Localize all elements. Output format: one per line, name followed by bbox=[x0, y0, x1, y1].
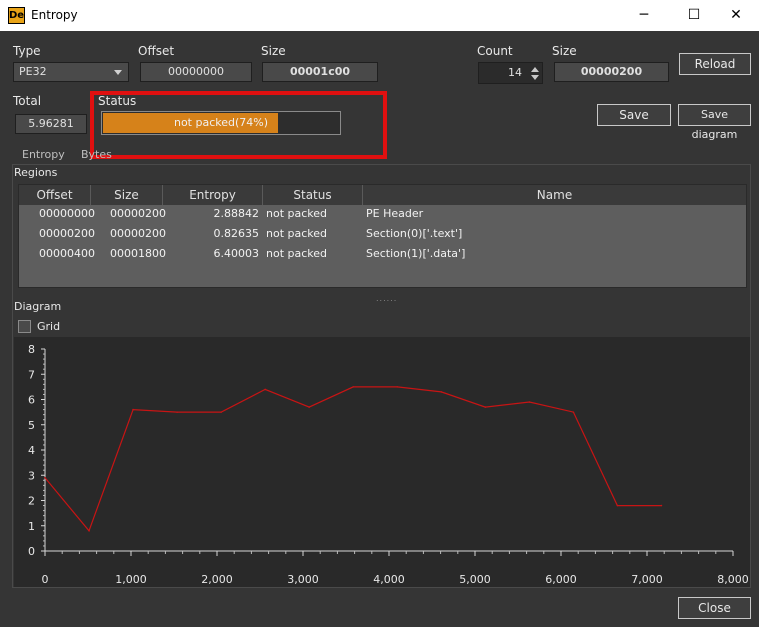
data-point bbox=[616, 504, 619, 507]
cell-entropy: 6.40003 bbox=[213, 247, 260, 260]
column-header-name[interactable]: Name bbox=[363, 185, 746, 205]
app-logo-icon: De bbox=[8, 7, 25, 24]
title-bar: De Entropy ─ ☐ ✕ bbox=[0, 0, 759, 31]
cell-status: not packed bbox=[266, 207, 328, 220]
offset-field[interactable]: 00000000 bbox=[140, 62, 252, 82]
y-tick-label: 5 bbox=[28, 419, 35, 432]
entropy-chart-svg: 0 1 2 3 4 5 6 7 8 0 1,000 2,000 3,000 4,000 5,000 6,000… bbox=[28, 343, 749, 586]
size-label: Size bbox=[261, 44, 286, 58]
data-point bbox=[264, 388, 266, 391]
stepper-up-icon[interactable] bbox=[531, 67, 539, 72]
reload-button[interactable]: Reload bbox=[679, 53, 751, 75]
y-tick-label: 1 bbox=[28, 520, 35, 533]
window-title: Entropy bbox=[31, 8, 78, 22]
y-tick-label: 8 bbox=[28, 343, 35, 356]
total-field[interactable]: 5.96281 bbox=[15, 114, 87, 134]
data-point bbox=[88, 530, 90, 532]
entropy-series-line bbox=[44, 386, 662, 532]
minimize-icon[interactable]: ─ bbox=[621, 0, 667, 31]
cell-size: 00000200 bbox=[110, 227, 166, 240]
data-point bbox=[44, 476, 46, 479]
offset-label: Offset bbox=[138, 44, 175, 58]
tab-bytes[interactable]: Bytes bbox=[81, 146, 112, 164]
x-tick-label: 5,000 bbox=[459, 573, 491, 586]
type-label: Type bbox=[13, 44, 41, 58]
count-stepper[interactable]: 14 bbox=[478, 62, 543, 84]
data-point bbox=[176, 411, 178, 413]
close-button[interactable]: Close bbox=[678, 597, 751, 619]
cell-size: 00001800 bbox=[110, 247, 166, 260]
cell-name: Section(1)['.data'] bbox=[366, 247, 466, 260]
cell-size: 00000200 bbox=[110, 207, 166, 220]
y-tick-label: 7 bbox=[28, 368, 35, 381]
x-tick-label: 4,000 bbox=[373, 573, 405, 586]
count-value: 14 bbox=[508, 66, 522, 79]
cell-offset: 00000200 bbox=[39, 227, 95, 240]
y-tick-label: 4 bbox=[28, 444, 35, 457]
x-tick-label: 6,000 bbox=[545, 573, 577, 586]
type-value: PE32 bbox=[19, 65, 47, 78]
y-tick-label: 0 bbox=[28, 545, 35, 558]
y-tick-label: 2 bbox=[28, 495, 35, 508]
column-header-entropy[interactable]: Entropy bbox=[163, 185, 263, 205]
x-tick-label: 1,000 bbox=[115, 573, 147, 586]
size-field[interactable]: 00001c00 bbox=[262, 62, 378, 82]
data-point bbox=[660, 504, 663, 507]
tab-entropy[interactable]: Entropy bbox=[22, 146, 65, 164]
chevron-down-icon bbox=[114, 70, 122, 75]
cell-entropy: 0.82635 bbox=[213, 227, 260, 240]
data-point bbox=[440, 391, 443, 393]
count-label: Count bbox=[477, 44, 513, 58]
x-tick-label: 0 bbox=[42, 573, 49, 586]
cell-offset: 00000000 bbox=[39, 207, 95, 220]
data-point bbox=[308, 406, 310, 408]
type-select[interactable]: PE32 bbox=[13, 62, 129, 82]
cell-entropy: 2.88842 bbox=[213, 207, 260, 220]
x-tick-label: 3,000 bbox=[287, 573, 319, 586]
close-window-icon[interactable]: ✕ bbox=[713, 0, 759, 31]
cell-status: not packed bbox=[266, 247, 328, 260]
entropy-chart: 0 1 2 3 4 5 6 7 8 0 1,000 2,000 3,000 4,000 5,000 6,000… bbox=[14, 337, 750, 587]
column-header-offset[interactable]: Offset bbox=[19, 185, 91, 205]
splitter-handle[interactable]: ...... bbox=[376, 294, 397, 303]
size2-label: Size bbox=[552, 44, 577, 58]
regions-table[interactable]: Offset Size Entropy Status Name 00000000… bbox=[18, 184, 747, 288]
red-highlight-box bbox=[90, 91, 387, 159]
diagram-title: Diagram bbox=[14, 300, 62, 313]
cell-name: Section(0)['.text'] bbox=[366, 227, 463, 240]
size2-field[interactable]: 00000200 bbox=[554, 62, 669, 82]
data-point bbox=[572, 411, 575, 413]
grid-checkbox[interactable] bbox=[18, 320, 31, 333]
cell-offset: 00000400 bbox=[39, 247, 95, 260]
regions-title: Regions bbox=[14, 166, 58, 179]
data-point bbox=[220, 411, 222, 413]
x-tick-label: 7,000 bbox=[631, 573, 663, 586]
x-tick-label: 2,000 bbox=[201, 573, 233, 586]
stepper-down-icon[interactable] bbox=[531, 75, 539, 80]
maximize-icon[interactable]: ☐ bbox=[671, 0, 717, 31]
y-tick-label: 3 bbox=[28, 469, 35, 482]
grid-label: Grid bbox=[37, 320, 61, 333]
save-diagram-button[interactable]: Save diagram bbox=[678, 104, 751, 141]
data-point bbox=[484, 406, 487, 408]
data-point bbox=[396, 386, 399, 388]
data-point bbox=[528, 401, 531, 403]
data-point bbox=[132, 408, 134, 411]
data-point bbox=[352, 386, 355, 388]
column-header-size[interactable]: Size bbox=[91, 185, 163, 205]
column-header-status[interactable]: Status bbox=[263, 185, 363, 205]
cell-name: PE Header bbox=[366, 207, 424, 220]
table-header: Offset Size Entropy Status Name bbox=[19, 185, 746, 205]
total-label: Total bbox=[13, 94, 42, 108]
cell-status: not packed bbox=[266, 227, 328, 240]
y-tick-label: 6 bbox=[28, 394, 35, 407]
x-tick-label: 8,000 bbox=[717, 573, 749, 586]
save-button[interactable]: Save bbox=[597, 104, 671, 126]
